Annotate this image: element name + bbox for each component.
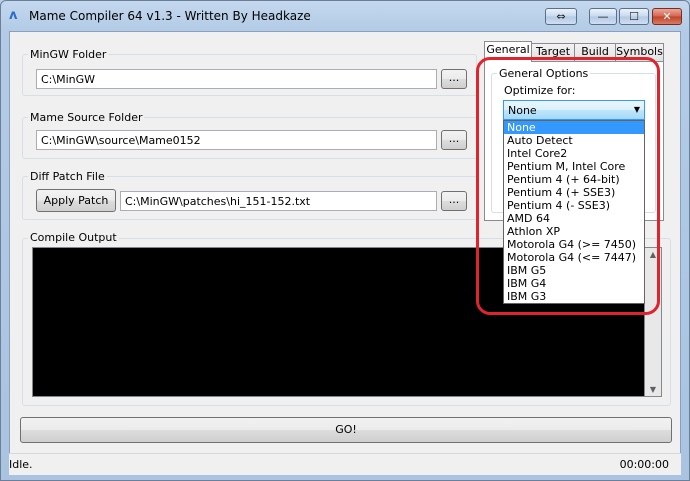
- scroll-up-icon[interactable]: ▲: [645, 250, 661, 259]
- optimize-selected-value: None: [508, 104, 537, 117]
- apply-patch-button[interactable]: Apply Patch: [36, 189, 116, 212]
- option-pentium4-sse3-plus[interactable]: Pentium 4 (+ SSE3): [504, 186, 644, 199]
- option-ibm-g3[interactable]: IBM G3: [504, 290, 644, 303]
- tab-build[interactable]: Build: [574, 43, 616, 61]
- output-scrollbar[interactable]: ▲ ▼: [645, 247, 662, 397]
- option-ibm-g5[interactable]: IBM G5: [504, 264, 644, 277]
- option-intel-core2[interactable]: Intel Core2: [504, 147, 644, 160]
- source-browse-button[interactable]: ...: [441, 130, 467, 150]
- client-area: MinGW Folder C:\MinGW ... Mame Source Fo…: [9, 31, 681, 475]
- option-athlon-xp[interactable]: Athlon XP: [504, 225, 644, 238]
- minimize-button[interactable]: —: [589, 8, 617, 25]
- option-motorola-g4-7447[interactable]: Motorola G4 (<= 7447): [504, 251, 644, 264]
- source-folder-input[interactable]: C:\MinGW\source\Mame0152: [36, 130, 437, 150]
- chevron-down-icon: ▼: [633, 105, 640, 114]
- tab-general[interactable]: General: [484, 41, 532, 62]
- elapsed-time: 00:00:00: [619, 458, 669, 471]
- main-window: ᴧ Mame Compiler 64 v1.3 - Written By Hea…: [0, 0, 690, 481]
- status-bar: Idle. 00:00:00: [9, 453, 681, 475]
- title-bar[interactable]: ᴧ Mame Compiler 64 v1.3 - Written By Hea…: [1, 1, 689, 31]
- mingw-label: MinGW Folder: [28, 48, 109, 61]
- optimize-combobox[interactable]: None ▼: [503, 100, 645, 120]
- output-label: Compile Output: [28, 231, 119, 244]
- option-none[interactable]: None: [504, 121, 644, 134]
- tab-symbols[interactable]: Symbols: [615, 43, 664, 61]
- patch-browse-button[interactable]: ...: [441, 191, 467, 211]
- option-pentium4-sse3-minus[interactable]: Pentium 4 (- SSE3): [504, 199, 644, 212]
- mingw-folder-input[interactable]: C:\MinGW: [36, 69, 437, 89]
- restore-arrows-button[interactable]: ⇔: [545, 8, 577, 25]
- option-ibm-g4[interactable]: IBM G4: [504, 277, 644, 290]
- mingw-browse-button[interactable]: ...: [441, 69, 467, 89]
- window-title: Mame Compiler 64 v1.3 - Written By Headk…: [29, 9, 311, 23]
- patch-label: Diff Patch File: [28, 170, 107, 183]
- general-options-label: General Options: [497, 67, 591, 80]
- go-button[interactable]: GO!: [20, 417, 672, 443]
- status-text: Idle.: [9, 458, 33, 471]
- maximize-button[interactable]: ☐: [619, 8, 649, 25]
- option-amd64[interactable]: AMD 64: [504, 212, 644, 225]
- mame-logo-icon: ᴧ: [9, 8, 18, 23]
- optimize-dropdown-list[interactable]: None Auto Detect Intel Core2 Pentium M, …: [503, 120, 645, 304]
- optimize-for-label: Optimize for:: [504, 84, 576, 97]
- option-pentium4-64bit[interactable]: Pentium 4 (+ 64-bit): [504, 173, 644, 186]
- option-pentium-m[interactable]: Pentium M, Intel Core: [504, 160, 644, 173]
- scroll-down-icon[interactable]: ▼: [645, 385, 661, 394]
- option-motorola-g4-7450[interactable]: Motorola G4 (>= 7450): [504, 238, 644, 251]
- tab-target[interactable]: Target: [531, 43, 575, 61]
- source-label: Mame Source Folder: [28, 111, 145, 124]
- close-button[interactable]: ✕: [652, 8, 682, 25]
- option-auto-detect[interactable]: Auto Detect: [504, 134, 644, 147]
- patch-file-input[interactable]: C:\MinGW\patches\hi_151-152.txt: [120, 191, 437, 211]
